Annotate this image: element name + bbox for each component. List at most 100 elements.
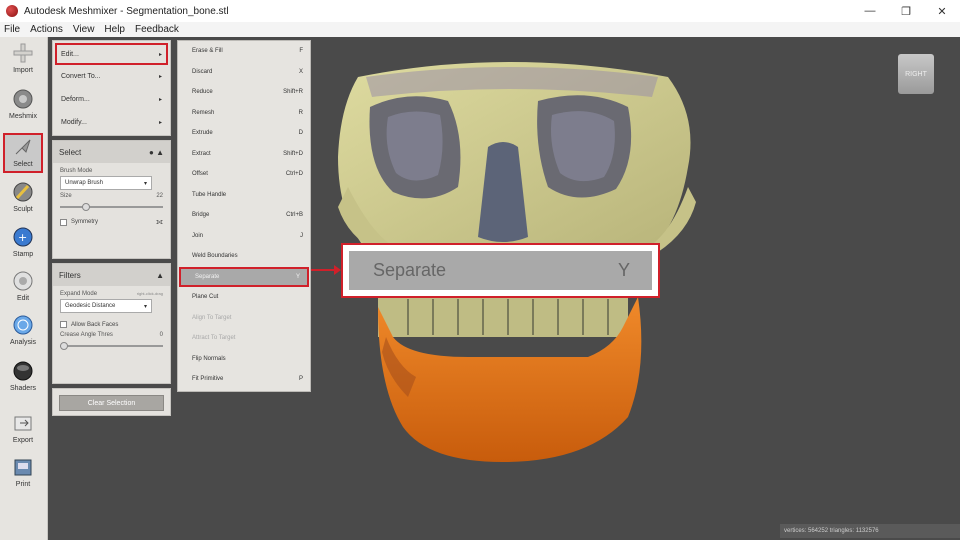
brush-mode-label: Brush Mode [60,168,93,174]
submenu-shortcut: R [298,109,303,116]
submenu-shortcut: J [300,232,303,239]
symmetry-toggle[interactable]: Symmetry [60,218,98,226]
tool-analysis[interactable]: Analysis [3,313,43,353]
size-slider[interactable] [60,203,163,211]
slider-knob[interactable] [82,203,90,211]
clear-selection-panel: Clear Selection [52,388,171,416]
filters-panel-header[interactable]: Filters ▲ [53,264,170,286]
submenu-bridge[interactable]: Bridge Ctrl+B [178,205,310,226]
submenu-label: Remesh [192,109,215,116]
submenu-shortcut: X [298,68,303,75]
left-toolbar: Import Meshmix Select Sculpt + Stamp Edi… [0,37,48,540]
tool-label: Stamp [12,251,34,258]
crease-angle-slider[interactable] [60,342,163,350]
submenu-join[interactable]: Join J [178,226,310,247]
submenu-extrude[interactable]: Extrude D [178,123,310,144]
menu-modify[interactable]: Modify... ▸ [53,111,170,134]
menu-help[interactable]: Help [104,24,125,35]
submenu-attract-to-target: Attract To Target [178,328,310,349]
submenu-flip-normals[interactable]: Flip Normals [178,349,310,370]
submenu-label: Attract To Target [192,335,236,342]
tool-edit[interactable]: Edit [3,269,43,309]
submenu-label: Erase & Fill [192,48,223,55]
filters-panel: Filters ▲ Expand Mode right-click-drag G… [52,263,171,384]
collapse-icon[interactable]: ▲ [156,271,164,280]
window-title: Autodesk Meshmixer - Segmentation_bone.s… [24,5,229,17]
minimize-button[interactable]: — [852,0,888,22]
submenu-fit-primitive[interactable]: Fit Primitive P [178,369,310,390]
view-cube[interactable]: RIGHT [898,54,934,94]
submenu-shortcut: Ctrl+D [285,171,303,178]
submenu-plane-cut[interactable]: Plane Cut [178,287,310,308]
select-panel-header[interactable]: Select ● ▲ [53,141,170,163]
chevron-right-icon: ▸ [158,51,162,58]
submenu-shortcut: Ctrl+B [286,212,303,219]
submenu-shortcut: D [298,130,303,137]
size-value: 22 [156,193,163,199]
tool-label: Sculpt [13,206,33,213]
tool-stamp[interactable]: + Stamp [3,225,43,265]
submenu-extract[interactable]: Extract Shift+D [178,144,310,165]
submenu-label: Plane Cut [192,294,219,301]
submenu-label: Tube Handle [192,191,227,198]
select-panel-title: Select [59,147,82,157]
submenu-weld-boundaries[interactable]: Weld Boundaries [178,246,310,267]
symmetry-label: Symmetry [71,219,98,225]
expand-mode-dropdown[interactable]: Geodesic Distance ▾ [60,299,152,313]
settings-dot-icon[interactable]: ● [149,148,154,157]
chevron-right-icon: ▸ [158,74,162,80]
submenu-align-to-target: Align To Target [178,308,310,329]
brush-mode-dropdown[interactable]: Unwrap Brush ▾ [60,176,152,190]
crease-angle-value: 0 [159,332,163,338]
menu-feedback[interactable]: Feedback [135,24,179,35]
submenu-label: Offset [192,171,208,178]
submenu-separate[interactable]: Separate Y [179,266,309,287]
status-bar: vertices: 564252 triangles: 1132576 [780,524,960,538]
submenu-reduce[interactable]: Reduce Shift+R [178,82,310,103]
menu-actions[interactable]: Actions [30,24,63,35]
submenu-remesh[interactable]: Remesh R [178,103,310,124]
tool-label: Analysis [9,339,37,346]
submenu-label: Join [192,232,204,239]
menu-view[interactable]: View [73,24,95,35]
symmetry-plane-icon[interactable]: ⟗ [156,217,163,227]
tool-label: Edit [16,295,30,302]
submenu-label: Fit Primitive [192,376,224,383]
tool-export[interactable]: Export [3,411,43,451]
slider-track [60,206,163,208]
submenu-label: Flip Normals [192,355,226,362]
collapse-icon[interactable]: ▲ [156,148,164,157]
tool-meshmix[interactable]: Meshmix [3,87,43,127]
tool-label: Meshmix [8,113,37,120]
submenu-tube-handle[interactable]: Tube Handle [178,185,310,206]
menu-modify-label: Modify... [61,119,87,126]
expand-mode-hint: right-click-drag [136,291,163,296]
menu-edit-label: Edit... [61,50,79,58]
left-socket-inner [386,111,443,181]
analysis-icon [11,313,35,337]
menu-edit[interactable]: Edit... ▸ [55,43,168,65]
submenu-shortcut: Shift+R [283,89,303,96]
menu-deform[interactable]: Deform... ▸ [53,88,170,111]
tool-print[interactable]: Print [3,455,43,495]
submenu-discard[interactable]: Discard X [178,62,310,83]
submenu-erase-fill[interactable]: Erase & Fill F [178,41,310,62]
slider-knob[interactable] [60,342,68,350]
chevron-right-icon: ▸ [158,97,162,103]
allow-back-faces-row[interactable]: Allow Back Faces [53,319,170,330]
tool-label: Select [13,161,33,168]
allow-back-faces-checkbox[interactable] [60,321,67,328]
close-button[interactable]: ✕ [924,0,960,22]
callout-inner: Separate Y [349,251,652,290]
chevron-down-icon: ▾ [143,303,147,310]
clear-selection-button[interactable]: Clear Selection [59,395,164,411]
menu-file[interactable]: File [4,24,20,35]
tool-sculpt[interactable]: Sculpt [3,180,43,220]
tool-shaders[interactable]: Shaders [3,359,43,399]
maximize-button[interactable]: ❐ [888,0,924,22]
menu-convert-to[interactable]: Convert To... ▸ [53,65,170,88]
tool-import[interactable]: Import [3,41,43,81]
symmetry-checkbox[interactable] [60,218,67,226]
tool-select[interactable]: Select [3,133,43,173]
submenu-offset[interactable]: Offset Ctrl+D [178,164,310,185]
